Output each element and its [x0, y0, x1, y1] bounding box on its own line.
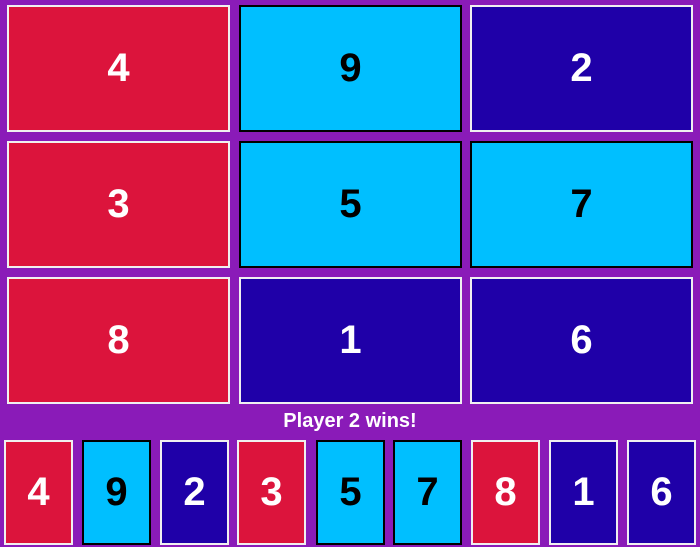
number-card[interactable]: 5 — [316, 440, 385, 545]
board-cell[interactable]: 3 — [7, 141, 230, 268]
number-card[interactable]: 4 — [4, 440, 73, 545]
number-card[interactable]: 7 — [393, 440, 462, 545]
number-card[interactable]: 3 — [237, 440, 306, 545]
number-card[interactable]: 9 — [82, 440, 151, 545]
board-cell[interactable]: 4 — [7, 5, 230, 132]
board-cell[interactable]: 1 — [239, 277, 462, 404]
board-cell[interactable]: 6 — [470, 277, 693, 404]
number-card[interactable]: 2 — [160, 440, 229, 545]
number-card[interactable]: 6 — [627, 440, 696, 545]
board-cell[interactable]: 8 — [7, 277, 230, 404]
number-card[interactable]: 1 — [549, 440, 618, 545]
board-cell[interactable]: 9 — [239, 5, 462, 132]
number-card-row: 4 9 2 3 5 7 8 1 6 — [0, 438, 700, 546]
board-cell[interactable]: 7 — [470, 141, 693, 268]
game-board: 4 9 2 3 5 7 8 1 6 — [0, 0, 700, 410]
number-card[interactable]: 8 — [471, 440, 540, 545]
board-cell[interactable]: 2 — [470, 5, 693, 132]
game-status: Player 2 wins! — [283, 410, 417, 432]
board-cell[interactable]: 5 — [239, 141, 462, 268]
